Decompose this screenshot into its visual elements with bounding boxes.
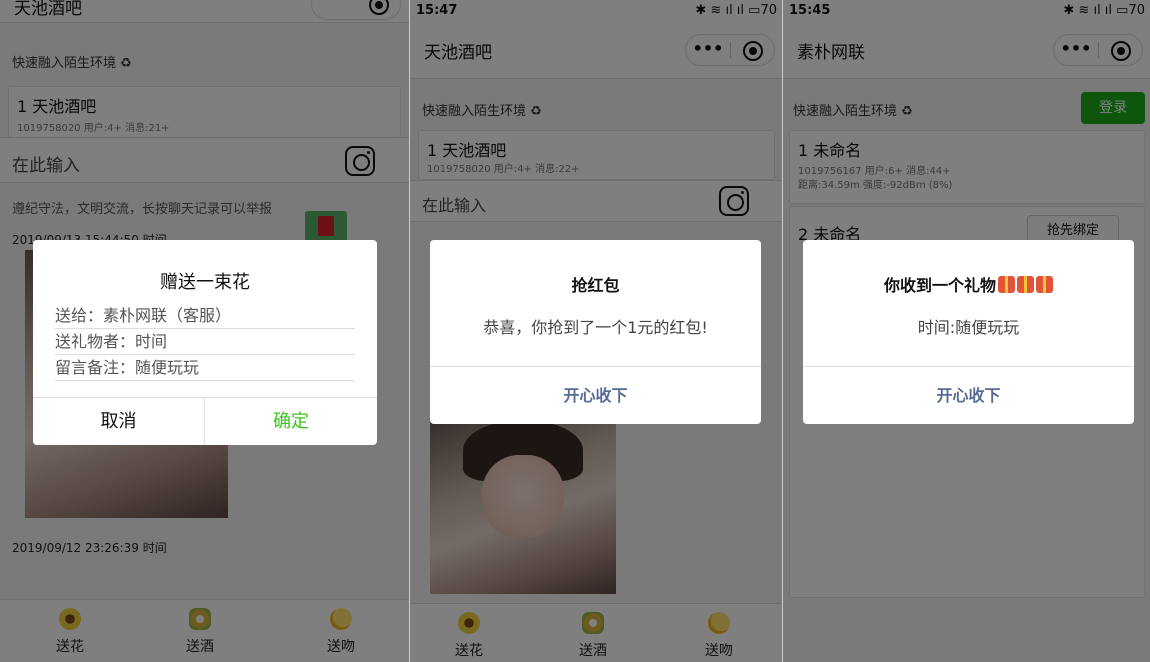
dialog-message: 恭喜，你抢到了一个1元的红包!	[483, 318, 708, 337]
sender-field[interactable]: 送礼物者：时间	[55, 328, 355, 355]
dialog-message: 时间:随便玩玩	[917, 318, 1020, 337]
gift-icon	[1017, 276, 1034, 293]
confirm-button[interactable]: 确定	[205, 398, 377, 445]
gift-icon	[998, 276, 1015, 293]
panel-red-envelope: 15:47 ✱ ≋ ıl ıl ▭70 天池酒吧 ••• 快速融入陌生环境 ♻ …	[409, 0, 783, 662]
cancel-button[interactable]: 取消	[33, 398, 205, 445]
accept-button[interactable]: 开心收下	[430, 366, 761, 424]
dialog-title: 赠送一束花	[160, 272, 250, 293]
recipient-field[interactable]: 送给：素朴网联（客服）	[55, 302, 355, 329]
panel-send-flower: 天池酒吧 快速融入陌生环境 ♻ 1 天池酒吧 1019758020 用户:4+ …	[0, 0, 409, 662]
dialog-title-text: 你收到一个礼物	[883, 276, 996, 295]
dialog-buttons: 取消 确定	[33, 397, 377, 445]
gift-received-dialog: 你收到一个礼物 时间:随便玩玩 开心收下	[803, 240, 1134, 424]
gift-icon	[1036, 276, 1053, 293]
dialog-title: 你收到一个礼物	[803, 272, 1134, 296]
accept-button[interactable]: 开心收下	[803, 366, 1134, 424]
dialog-title: 抢红包	[571, 276, 620, 295]
red-envelope-dialog: 抢红包 恭喜，你抢到了一个1元的红包! 开心收下	[430, 240, 761, 424]
send-flower-dialog: 赠送一束花 送给：素朴网联（客服） 送礼物者：时间 留言备注：随便玩玩 取消 确…	[33, 240, 377, 445]
note-field[interactable]: 留言备注：随便玩玩	[55, 354, 355, 381]
panel-gift-received: 15:45 ✱ ≋ ıl ıl ▭70 素朴网联 ••• 快速融入陌生环境 ♻ …	[782, 0, 1150, 662]
